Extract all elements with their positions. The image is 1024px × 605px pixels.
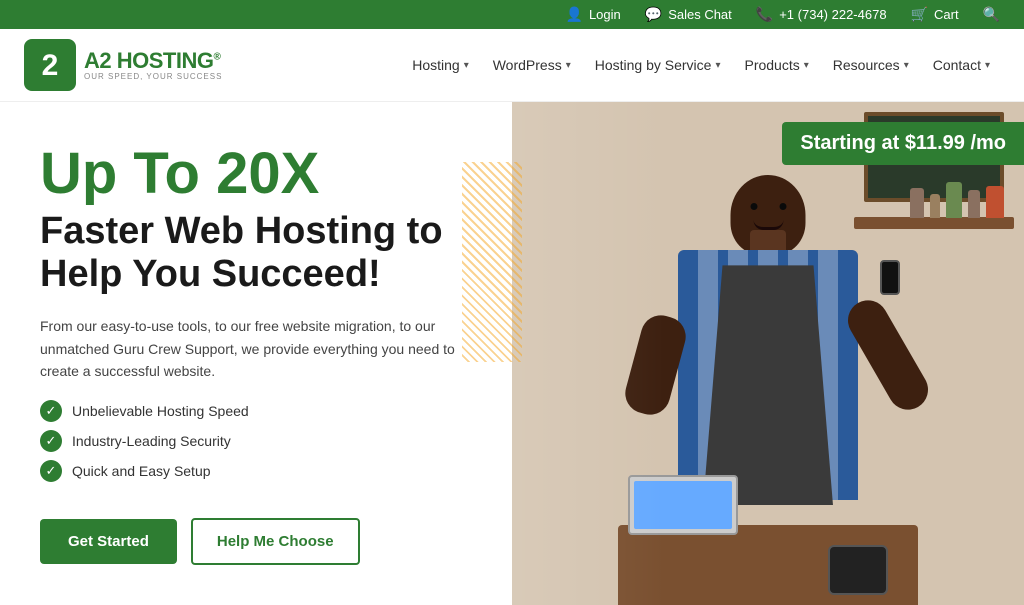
main-nav: Hosting ▾ WordPress ▾ Hosting by Service… bbox=[402, 49, 1000, 81]
phone-icon: 📞 bbox=[756, 6, 773, 23]
logo-text: A2 HOSTING® OUR SPEED, YOUR SUCCESS bbox=[84, 49, 222, 82]
person-phone bbox=[880, 260, 900, 295]
person-eyes bbox=[750, 203, 786, 210]
chat-icon: 💬 bbox=[645, 6, 662, 23]
nav-link-hosting-by-service[interactable]: Hosting by Service ▾ bbox=[585, 49, 731, 81]
nav-item-contact: Contact ▾ bbox=[923, 49, 1000, 81]
hero-left-panel: Up To 20X Faster Web Hosting to Help You… bbox=[0, 102, 512, 605]
shop-counter bbox=[618, 525, 918, 605]
hero-right-panel: Starting at $11.99 /mo LARGEMENUCOUNTS bbox=[512, 102, 1024, 605]
logo-tagline: OUR SPEED, YOUR SUCCESS bbox=[84, 73, 222, 82]
feature-label-setup: Quick and Easy Setup bbox=[72, 463, 211, 479]
logo-name: A2 HOSTING® bbox=[84, 49, 222, 73]
nav-label-contact: Contact bbox=[933, 57, 981, 73]
chevron-down-icon: ▾ bbox=[985, 60, 990, 71]
hero-headline-dark: Faster Web Hosting to Help You Succeed! bbox=[40, 210, 472, 297]
feature-item-security: ✓ Industry-Leading Security bbox=[40, 430, 472, 452]
nav-item-wordpress: WordPress ▾ bbox=[483, 49, 581, 81]
nav-label-wordpress: WordPress bbox=[493, 57, 562, 73]
nav-item-products: Products ▾ bbox=[734, 49, 818, 81]
feature-item-setup: ✓ Quick and Easy Setup bbox=[40, 460, 472, 482]
nav-label-products: Products bbox=[744, 57, 799, 73]
cart-icon: 🛒 bbox=[911, 6, 928, 23]
check-icon: ✓ bbox=[40, 460, 62, 482]
check-icon: ✓ bbox=[40, 400, 62, 422]
person-apron bbox=[703, 265, 833, 505]
nav-item-hosting: Hosting ▾ bbox=[402, 49, 479, 81]
cart-link[interactable]: 🛒 Cart bbox=[911, 6, 959, 23]
nav-label-hosting: Hosting bbox=[412, 57, 459, 73]
nav-link-products[interactable]: Products ▾ bbox=[734, 49, 818, 81]
search-icon: 🔍 bbox=[983, 6, 1000, 23]
bottle-item bbox=[968, 190, 980, 218]
person-smile bbox=[753, 220, 783, 230]
hero-cta-buttons: Get Started Help Me Choose bbox=[40, 518, 472, 565]
chevron-down-icon: ▾ bbox=[464, 60, 469, 71]
check-icon: ✓ bbox=[40, 430, 62, 452]
hero-section: Up To 20X Faster Web Hosting to Help You… bbox=[0, 102, 1024, 605]
cart-label: Cart bbox=[934, 7, 959, 22]
laptop bbox=[628, 475, 738, 535]
chevron-down-icon: ▾ bbox=[804, 60, 809, 71]
get-started-button[interactable]: Get Started bbox=[40, 519, 177, 564]
sales-chat-link[interactable]: 💬 Sales Chat bbox=[645, 6, 732, 23]
nav-label-hosting-by-service: Hosting by Service bbox=[595, 57, 712, 73]
logo-icon: 2 bbox=[24, 39, 76, 91]
bottle-item bbox=[946, 182, 962, 218]
hero-headline-green: Up To 20X bbox=[40, 142, 472, 206]
nav-link-wordpress[interactable]: WordPress ▾ bbox=[483, 49, 581, 81]
nav-item-hosting-by-service: Hosting by Service ▾ bbox=[585, 49, 731, 81]
nav-link-contact[interactable]: Contact ▾ bbox=[923, 49, 1000, 81]
nav-bar: 2 A2 HOSTING® OUR SPEED, YOUR SUCCESS Ho… bbox=[0, 29, 1024, 102]
logo[interactable]: 2 A2 HOSTING® OUR SPEED, YOUR SUCCESS bbox=[24, 39, 222, 91]
hero-description: From our easy-to-use tools, to our free … bbox=[40, 315, 460, 382]
phone-number: +1 (734) 222-4678 bbox=[779, 7, 886, 22]
feature-item-speed: ✓ Unbelievable Hosting Speed bbox=[40, 400, 472, 422]
nav-link-hosting[interactable]: Hosting ▾ bbox=[402, 49, 479, 81]
chevron-down-icon: ▾ bbox=[904, 60, 909, 71]
bottle-item bbox=[986, 186, 1004, 218]
shelf-items bbox=[910, 182, 1004, 218]
price-banner: Starting at $11.99 /mo bbox=[782, 122, 1024, 165]
hero-headline-line2: Help You Succeed! bbox=[40, 253, 381, 295]
hero-headline-line1: Faster Web Hosting to bbox=[40, 210, 443, 252]
person-eye-left bbox=[750, 203, 757, 210]
top-bar: 👤 Login 💬 Sales Chat 📞 +1 (734) 222-4678… bbox=[0, 0, 1024, 29]
person-eye-right bbox=[779, 203, 786, 210]
hero-image: LARGEMENUCOUNTS bbox=[512, 102, 1024, 605]
phone-link[interactable]: 📞 +1 (734) 222-4678 bbox=[756, 6, 887, 23]
help-me-choose-button[interactable]: Help Me Choose bbox=[191, 518, 360, 565]
chevron-down-icon: ▾ bbox=[566, 60, 571, 71]
nav-item-resources: Resources ▾ bbox=[823, 49, 919, 81]
feature-label-security: Industry-Leading Security bbox=[72, 433, 231, 449]
login-link[interactable]: 👤 Login bbox=[566, 6, 621, 23]
svg-text:2: 2 bbox=[42, 49, 59, 82]
person-figure bbox=[618, 175, 918, 605]
chevron-down-icon: ▾ bbox=[715, 60, 720, 71]
tablet-device bbox=[828, 545, 888, 595]
feature-label-speed: Unbelievable Hosting Speed bbox=[72, 403, 249, 419]
laptop-screen bbox=[634, 481, 732, 529]
nav-label-resources: Resources bbox=[833, 57, 900, 73]
hero-features-list: ✓ Unbelievable Hosting Speed ✓ Industry-… bbox=[40, 400, 472, 490]
search-link[interactable]: 🔍 bbox=[983, 6, 1000, 23]
nav-link-resources[interactable]: Resources ▾ bbox=[823, 49, 919, 81]
user-icon: 👤 bbox=[566, 6, 583, 23]
login-label: Login bbox=[589, 7, 621, 22]
bottle-item bbox=[930, 194, 940, 218]
sales-chat-label: Sales Chat bbox=[668, 7, 732, 22]
